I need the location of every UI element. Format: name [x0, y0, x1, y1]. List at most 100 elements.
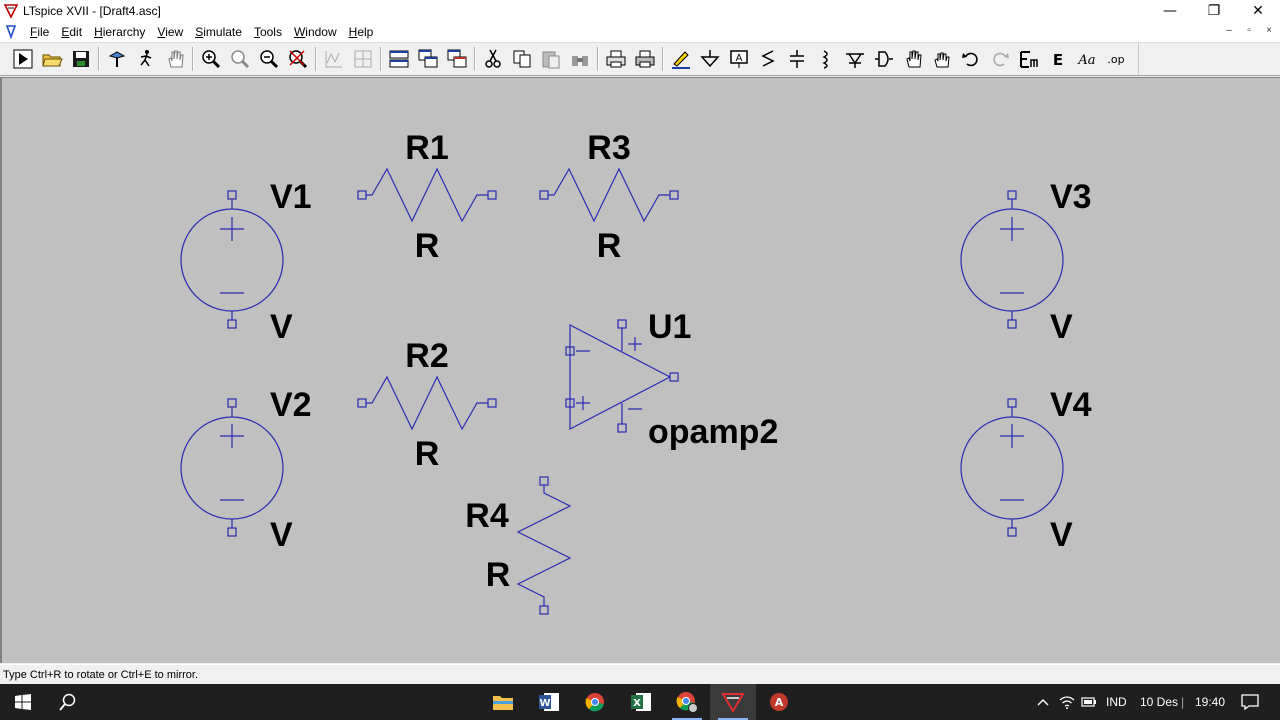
- menu-help[interactable]: Help: [343, 22, 380, 42]
- cut-button[interactable]: [478, 45, 507, 73]
- capacitor-button[interactable]: [782, 45, 811, 73]
- paste-icon: [542, 51, 559, 69]
- restore-button[interactable]: ❐: [1192, 0, 1236, 22]
- document-icon[interactable]: [4, 25, 18, 39]
- open-button[interactable]: [37, 45, 66, 73]
- label-V2-value: V: [270, 516, 293, 554]
- voltage-source-V3[interactable]: [960, 190, 1064, 329]
- action-center-button[interactable]: [1236, 684, 1264, 720]
- rotate-button[interactable]: [1014, 45, 1043, 73]
- resistor-R3[interactable]: [539, 167, 679, 223]
- pan-button[interactable]: [160, 45, 189, 73]
- tray-date[interactable]: 10 Des: [1140, 684, 1178, 720]
- zoom-out-button[interactable]: [254, 45, 283, 73]
- taskbar-ltspice[interactable]: [710, 684, 756, 720]
- excel-icon: X: [631, 693, 651, 711]
- toolbar-separator: [98, 47, 99, 71]
- tile-horizontal-button[interactable]: [384, 45, 413, 73]
- chrome-profile-icon: [676, 692, 698, 713]
- ground-button[interactable]: [695, 45, 724, 73]
- svg-text:A: A: [735, 53, 742, 64]
- voltage-source-V4[interactable]: [960, 398, 1064, 537]
- tile-vertical-button[interactable]: [442, 45, 471, 73]
- redo-button[interactable]: [985, 45, 1014, 73]
- menu-file[interactable]: File: [24, 22, 55, 42]
- minimize-button[interactable]: —: [1148, 0, 1192, 22]
- zoom-fit-button[interactable]: [283, 45, 312, 73]
- mdi-minimize-button[interactable]: –: [1222, 24, 1236, 38]
- cut-icon: [484, 49, 501, 68]
- taskbar-chrome[interactable]: [572, 684, 618, 720]
- label-net-button[interactable]: A: [724, 45, 753, 73]
- cascade-button[interactable]: [413, 45, 442, 73]
- menu-simulate[interactable]: Simulate: [189, 22, 248, 42]
- autorange-button[interactable]: [319, 45, 348, 73]
- tray-time[interactable]: 19:40: [1195, 684, 1225, 720]
- grid-button[interactable]: [348, 45, 377, 73]
- menu-hierarchy[interactable]: Hierarchy: [88, 22, 151, 42]
- schematic-canvas[interactable]: R1 R R3 R R2 R R4 R V1 V V2 V V3 V V4 V …: [0, 77, 1280, 663]
- notification-icon: [1241, 694, 1259, 710]
- component-button[interactable]: [869, 45, 898, 73]
- resistor-R2[interactable]: [357, 375, 497, 431]
- save-button[interactable]: [66, 45, 95, 73]
- cascade-icon: [418, 49, 437, 68]
- menu-bar: File Edit Hierarchy View Simulate Tools …: [0, 22, 1280, 42]
- tray-language[interactable]: IND: [1106, 684, 1127, 720]
- other-app-icon: A: [770, 693, 788, 711]
- search-button[interactable]: [46, 684, 90, 720]
- inductor-icon: [821, 50, 828, 69]
- schematic-drawing[interactable]: R1 R R3 R R2 R R4 R V1 V V2 V V3 V V4 V …: [2, 78, 1280, 663]
- zoom-in-icon: [201, 50, 220, 69]
- zoom-in-button[interactable]: [196, 45, 225, 73]
- drag-icon: [933, 52, 950, 68]
- resistor-R4[interactable]: [516, 476, 572, 615]
- copy-button[interactable]: [507, 45, 536, 73]
- tray-overflow-button[interactable]: [1034, 684, 1052, 720]
- text-button[interactable]: Aa: [1072, 45, 1101, 73]
- print-setup-button[interactable]: [601, 45, 630, 73]
- toolbar: A E Aa .op: [0, 42, 1280, 76]
- resistor-R1[interactable]: [357, 167, 497, 223]
- taskbar-other-app[interactable]: A: [756, 684, 802, 720]
- draw-wire-button[interactable]: [666, 45, 695, 73]
- run-button[interactable]: [8, 45, 37, 73]
- menu-edit[interactable]: Edit: [55, 22, 88, 42]
- print-button[interactable]: [630, 45, 659, 73]
- paste-button[interactable]: [536, 45, 565, 73]
- voltage-source-V2[interactable]: [180, 398, 284, 537]
- tray-battery[interactable]: [1078, 684, 1100, 720]
- taskbar-word[interactable]: W: [526, 684, 572, 720]
- find-button[interactable]: [565, 45, 594, 73]
- voltage-source-V1[interactable]: [180, 190, 284, 329]
- ltspice-icon: [721, 693, 745, 712]
- drag-button[interactable]: [927, 45, 956, 73]
- mdi-restore-button[interactable]: ▫: [1242, 24, 1256, 38]
- inductor-button[interactable]: [811, 45, 840, 73]
- start-button[interactable]: [0, 684, 46, 720]
- menu-tools[interactable]: Tools: [248, 22, 288, 42]
- open-folder-icon: [41, 54, 63, 67]
- halt-button[interactable]: [131, 45, 160, 73]
- taskbar-chrome-profile[interactable]: [664, 684, 710, 720]
- undo-button[interactable]: [956, 45, 985, 73]
- menu-view[interactable]: View: [151, 22, 189, 42]
- close-button[interactable]: ✕: [1236, 0, 1280, 22]
- tray-network[interactable]: [1056, 684, 1078, 720]
- tile-vertical-icon: [447, 49, 466, 68]
- autorange-icon: [325, 51, 342, 68]
- spice-directive-icon: .op: [1107, 53, 1124, 66]
- resistor-button[interactable]: [753, 45, 782, 73]
- move-button[interactable]: [898, 45, 927, 73]
- mirror-button[interactable]: E: [1043, 45, 1072, 73]
- control-panel-button[interactable]: [102, 45, 131, 73]
- menu-window[interactable]: Window: [288, 22, 343, 42]
- diode-button[interactable]: [840, 45, 869, 73]
- label-R4-value: R: [486, 556, 511, 594]
- save-icon: [72, 51, 89, 67]
- taskbar-excel[interactable]: X: [618, 684, 664, 720]
- spice-directive-button[interactable]: .op: [1101, 45, 1130, 73]
- mdi-close-button[interactable]: ×: [1262, 24, 1276, 38]
- zoom-pan-button[interactable]: [225, 45, 254, 73]
- taskbar-file-explorer[interactable]: [480, 684, 526, 720]
